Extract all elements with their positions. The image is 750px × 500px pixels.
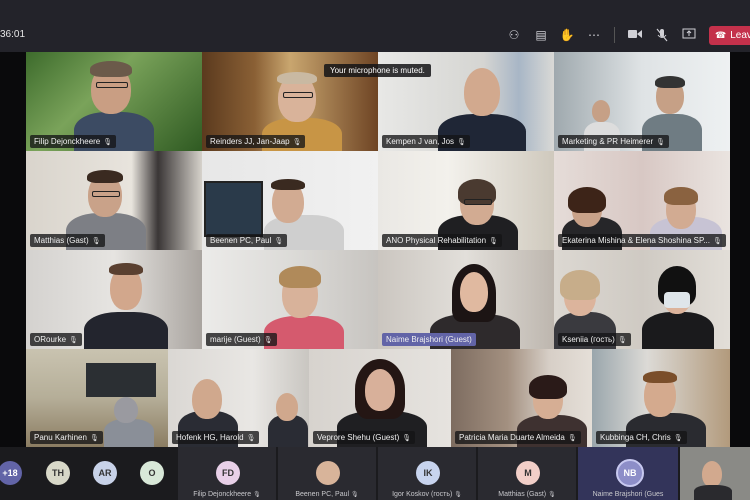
video-tile[interactable]: Naime Brajshori (Guest) (378, 250, 554, 349)
video-tile[interactable]: Patricia Maria Duarte Almeida 🎙 (451, 349, 592, 447)
leave-button[interactable]: ☎Leave (709, 26, 750, 45)
microphone-icon: 🎙 (402, 435, 412, 442)
participant-slot[interactable]: NB Naime Brajshori (Gues (578, 447, 678, 500)
participant-name: ANO Physical Rehabilitation 🎙 (382, 234, 502, 247)
microphone-icon: 🎙 (656, 139, 666, 146)
video-tile[interactable]: ANO Physical Rehabilitation 🎙 (378, 151, 554, 250)
participant-slot[interactable]: M Matthias (Gast) 🎙 (478, 447, 576, 500)
microphone-icon: 🎙 (246, 435, 256, 442)
more-actions-icon[interactable]: ⋯ (586, 28, 602, 42)
microphone-icon: 🎙 (489, 238, 498, 245)
microphone-icon: 🎙 (253, 492, 261, 498)
microphone-icon: 🎙 (712, 238, 722, 245)
muted-notification: Your microphone is muted. (324, 64, 431, 77)
avatar-photo (316, 461, 340, 485)
meeting-timer: 36:01 (0, 29, 26, 40)
video-tile[interactable]: Panu Karhinen 🎙 (26, 349, 168, 447)
participant-name: Kempen J van, Jos 🎙 (382, 135, 470, 148)
microphone-icon: 🎙 (69, 337, 78, 344)
microphone-icon: 🎙 (292, 139, 302, 146)
participant-name: Kseniia (гость) 🎙 (558, 333, 631, 346)
video-tile[interactable]: Matthias (Gast) 🎙 (26, 151, 202, 250)
avatar[interactable]: AR (93, 461, 117, 485)
participant-name: Patricia Maria Duarte Almeida 🎙 (455, 431, 581, 444)
participant-name: Reinders JJ, Jan-Jaap 🎙 (206, 135, 306, 148)
video-tile[interactable]: ORourke 🎙 (26, 250, 202, 349)
participant-name: ORourke 🎙 (30, 333, 82, 346)
participant-slot-label: Matthias (Gast) 🎙 (498, 491, 556, 498)
video-grid: Filip Dejonckheere 🎙 Reinders JJ, Jan-Jaa… (0, 52, 750, 447)
participant-name: Hofenk HG, Harold 🎙 (172, 431, 260, 444)
avatar: FD (216, 461, 240, 485)
microphone-icon: 🎙 (89, 435, 99, 442)
participant-name: Veprore Shehu (Guest) 🎙 (313, 431, 416, 444)
participant-slot[interactable]: Beenen PC, Paul 🎙 (278, 447, 376, 500)
participant-slot-label: Igor Koskov (гость) 🎙 (392, 491, 462, 498)
microphone-muted-icon[interactable] (654, 28, 670, 42)
microphone-icon: 🎙 (548, 492, 556, 498)
microphone-icon: 🎙 (91, 238, 101, 245)
participant-name: Ekaterina Mishina & Elena Shoshina SP...… (558, 234, 726, 247)
self-view-video[interactable] (680, 447, 750, 500)
microphone-icon: 🎙 (454, 492, 462, 498)
participant-name: Kubbinga CH, Chris 🎙 (596, 431, 687, 444)
share-screen-icon[interactable] (681, 28, 697, 42)
video-tile[interactable]: marije (Guest) 🎙 (202, 250, 378, 349)
camera-icon[interactable] (627, 28, 643, 42)
avatar: NB (616, 459, 644, 487)
microphone-icon: 🎙 (673, 435, 683, 442)
participant-slot-label: Beenen PC, Paul 🎙 (295, 491, 359, 498)
microphone-icon: 🎙 (274, 238, 284, 245)
participant-name: Panu Karhinen 🎙 (30, 431, 103, 444)
video-tile[interactable]: Beenen PC, Paul 🎙 (202, 151, 378, 250)
video-tile[interactable]: Kubbinga CH, Chris 🎙 (592, 349, 730, 447)
participant-slot[interactable]: IK Igor Koskov (гость) 🎙 (378, 447, 476, 500)
video-tile[interactable]: Filip Dejonckheere 🎙 (26, 52, 202, 151)
avatar[interactable]: TH (46, 461, 70, 485)
overflow-participants-badge[interactable]: +18 (0, 461, 22, 485)
phone-hangup-icon: ☎ (715, 30, 727, 40)
microphone-icon: 🎙 (617, 337, 627, 344)
participant-name: Beenen PC, Paul 🎙 (206, 234, 288, 247)
microphone-icon: 🎙 (457, 139, 466, 146)
participant-name: Marketing & PR Heimerer 🎙 (558, 135, 670, 148)
avatar: M (516, 461, 540, 485)
avatar: IK (416, 461, 440, 485)
participant-slot-label: Filip Dejonckheere 🎙 (193, 491, 261, 498)
meeting-toolbar: 36:01 ⚇ ▤ ✋ ⋯ ☎Leave (0, 0, 750, 52)
participant-slot-label: Naime Brajshori (Gues (592, 491, 664, 498)
toolbar-divider (614, 27, 615, 43)
participant-name: Naime Brajshori (Guest) (382, 333, 476, 346)
participant-name: Filip Dejonckheere 🎙 (30, 135, 117, 148)
participant-slot[interactable]: FD Filip Dejonckheere 🎙 (178, 447, 276, 500)
microphone-icon: 🎙 (263, 337, 273, 344)
participants-icon[interactable]: ⚇ (506, 28, 522, 42)
microphone-icon: 🎙 (103, 139, 113, 146)
participant-roster-bar: +18 TH AR O FD Filip Dejonckheere 🎙 Beene… (0, 447, 750, 500)
avatar[interactable]: O (140, 461, 164, 485)
video-tile[interactable]: Ekaterina Mishina & Elena Shoshina SP...… (554, 151, 730, 250)
participant-name: Matthias (Gast) 🎙 (30, 234, 105, 247)
video-tile[interactable]: Veprore Shehu (Guest) 🎙 (309, 349, 451, 447)
microphone-icon: 🎙 (351, 492, 359, 498)
video-tile[interactable]: Marketing & PR Heimerer 🎙 (554, 52, 730, 151)
video-tile[interactable]: Hofenk HG, Harold 🎙 (168, 349, 309, 447)
chat-icon[interactable]: ▤ (533, 28, 549, 42)
raise-hand-icon[interactable]: ✋ (559, 28, 575, 42)
microphone-icon: 🎙 (567, 435, 577, 442)
participant-name: marije (Guest) 🎙 (206, 333, 277, 346)
video-tile[interactable]: Kseniia (гость) 🎙 (554, 250, 730, 349)
leave-label: Leave (730, 30, 750, 41)
